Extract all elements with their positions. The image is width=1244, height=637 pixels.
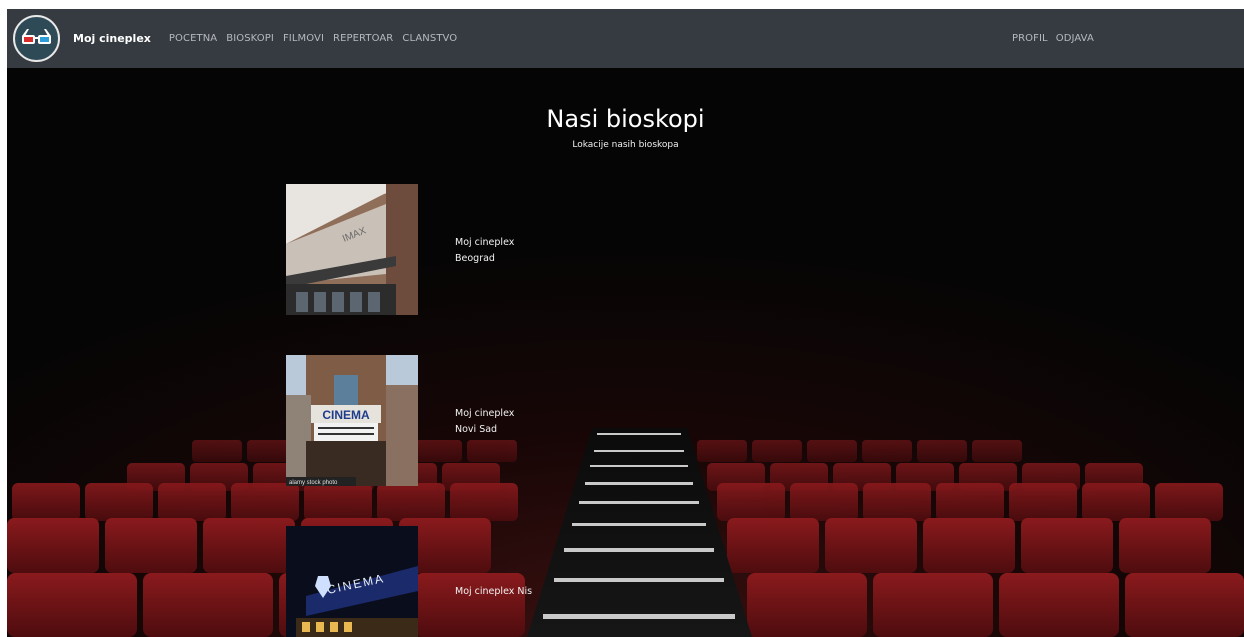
main-nav: POCETNA BIOSKOPI FILMOVI REPERTOAR CLANS…: [169, 33, 466, 44]
cinema-image-novi-sad[interactable]: CINEMA alamy stock photo: [286, 355, 418, 486]
cinema-card-novi-sad: CINEMA alamy stock photo Moj cineplex No…: [286, 355, 586, 487]
user-nav: PROFIL ODJAVA: [1012, 9, 1102, 68]
theater-background: [7, 68, 1244, 637]
page-title: Nasi bioskopi: [546, 105, 705, 133]
cinema-name-line1: Moj cineplex: [455, 237, 515, 248]
nav-bioskopi[interactable]: BIOSKOPI: [226, 33, 274, 44]
nav-repertoar[interactable]: REPERTOAR: [333, 33, 393, 44]
nav-odjava[interactable]: ODJAVA: [1056, 33, 1094, 44]
cinema-card-nis: CINEMA Moj cineplex Nis: [286, 526, 586, 637]
3d-glasses-icon[interactable]: [13, 15, 60, 62]
brand-link[interactable]: Moj cineplex: [73, 32, 151, 45]
cinema-name-line1: Moj cineplex: [455, 408, 515, 419]
cinema-image-nis[interactable]: CINEMA: [286, 526, 418, 637]
nav-pocetna[interactable]: POCETNA: [169, 33, 217, 44]
page-subtitle: Lokacije nasih bioskopa: [572, 140, 679, 150]
navbar: Moj cineplex POCETNA BIOSKOPI FILMOVI RE…: [7, 9, 1244, 68]
cinema-name-novi-sad: Moj cineplex Novi Sad: [455, 406, 514, 438]
nav-clanstvo[interactable]: CLANSTVO: [402, 33, 457, 44]
cinema-name-beograd: Moj cineplex Beograd: [455, 235, 514, 267]
nav-profil[interactable]: PROFIL: [1012, 33, 1048, 44]
nav-filmovi[interactable]: FILMOVI: [283, 33, 324, 44]
cinema-name-nis: Moj cineplex Nis: [455, 584, 532, 600]
watermark-text: alamy stock photo: [289, 480, 338, 486]
page-frame: Moj cineplex POCETNA BIOSKOPI FILMOVI RE…: [7, 9, 1244, 637]
cinema-card-beograd: IMAX Moj cineplex Beograd: [286, 184, 586, 316]
cinema-marquee: CINEMA: [322, 408, 370, 422]
cinema-city: Beograd: [455, 253, 495, 264]
cinema-name-line1: Moj cineplex Nis: [455, 586, 533, 597]
cinema-image-beograd[interactable]: IMAX: [286, 184, 418, 315]
cinema-city: Novi Sad: [455, 424, 498, 435]
